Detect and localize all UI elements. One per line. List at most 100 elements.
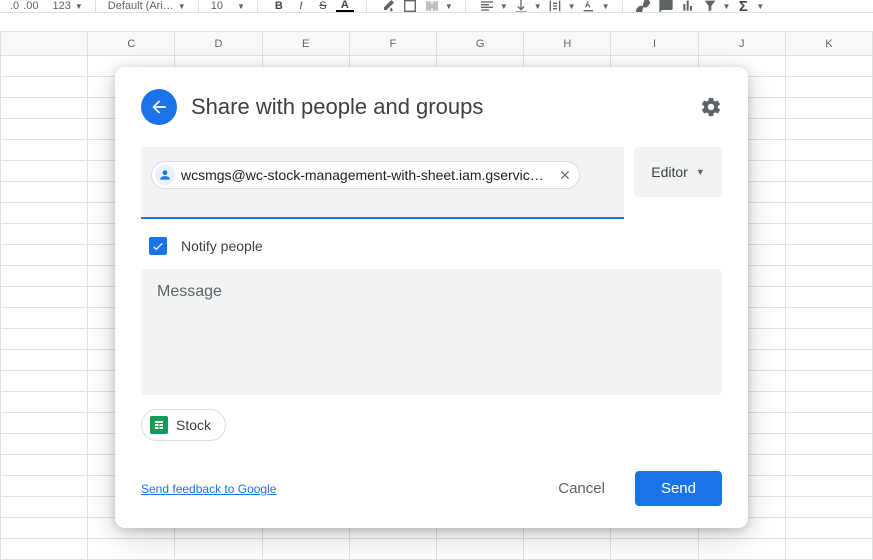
text-color-icon[interactable]: A xyxy=(336,0,354,12)
cell[interactable] xyxy=(786,413,873,434)
cell[interactable] xyxy=(524,539,611,560)
send-button[interactable]: Send xyxy=(635,471,722,506)
cell[interactable] xyxy=(1,245,88,266)
cancel-button[interactable]: Cancel xyxy=(540,471,623,506)
cell[interactable] xyxy=(786,224,873,245)
text-wrap-icon[interactable] xyxy=(546,0,564,12)
formula-bar[interactable] xyxy=(0,12,873,32)
cell[interactable] xyxy=(786,371,873,392)
italic-icon[interactable]: I xyxy=(292,0,310,12)
insert-comment-icon[interactable] xyxy=(657,0,675,12)
fill-color-icon[interactable] xyxy=(379,0,397,12)
format-dropdown[interactable]: 123 ▼ xyxy=(48,0,86,12)
horizontal-align-icon[interactable] xyxy=(478,0,496,12)
cell[interactable] xyxy=(786,434,873,455)
cell[interactable] xyxy=(1,203,88,224)
feedback-link[interactable]: Send feedback to Google xyxy=(141,482,276,496)
cell[interactable] xyxy=(1,266,88,287)
cell[interactable] xyxy=(786,476,873,497)
cell[interactable] xyxy=(786,455,873,476)
cell[interactable] xyxy=(1,182,88,203)
text-rotation-icon[interactable] xyxy=(580,0,598,12)
cell[interactable] xyxy=(786,140,873,161)
cell[interactable] xyxy=(786,203,873,224)
cell[interactable] xyxy=(1,56,88,77)
col-header[interactable]: F xyxy=(350,32,437,55)
col-header[interactable]: K xyxy=(786,32,873,55)
cell[interactable] xyxy=(786,539,873,560)
people-input[interactable]: wcsmgs@wc-stock-management-with-sheet.ia… xyxy=(141,147,624,219)
col-header[interactable]: D xyxy=(175,32,262,55)
col-header[interactable]: G xyxy=(437,32,524,55)
col-header[interactable]: I xyxy=(611,32,698,55)
column-headers: C D E F G H I J K xyxy=(0,32,873,56)
cell[interactable] xyxy=(1,392,88,413)
font-family-dropdown[interactable]: Default (Ari… ▼ xyxy=(104,0,190,12)
increase-decimals-icon[interactable]: .00 xyxy=(23,0,38,12)
decrease-decimals-icon[interactable]: .0 xyxy=(10,0,19,12)
cell[interactable] xyxy=(1,476,88,497)
cell[interactable] xyxy=(786,98,873,119)
cell[interactable] xyxy=(263,539,350,560)
col-header[interactable]: C xyxy=(88,32,175,55)
cell[interactable] xyxy=(786,245,873,266)
grid-row xyxy=(0,539,873,560)
cell[interactable] xyxy=(786,392,873,413)
cell[interactable] xyxy=(1,350,88,371)
cell[interactable] xyxy=(350,539,437,560)
cell[interactable] xyxy=(175,539,262,560)
cell[interactable] xyxy=(786,77,873,98)
cell[interactable] xyxy=(786,56,873,77)
cell[interactable] xyxy=(786,119,873,140)
cell[interactable] xyxy=(1,308,88,329)
bold-icon[interactable]: B xyxy=(270,0,288,12)
cell[interactable] xyxy=(1,161,88,182)
cell[interactable] xyxy=(1,140,88,161)
cell[interactable] xyxy=(786,308,873,329)
message-textarea[interactable]: Message xyxy=(141,269,722,395)
merge-cells-icon[interactable] xyxy=(423,0,441,12)
cell[interactable] xyxy=(699,539,786,560)
cell[interactable] xyxy=(1,413,88,434)
borders-icon[interactable] xyxy=(401,0,419,12)
cell[interactable] xyxy=(1,539,88,560)
cell[interactable] xyxy=(786,350,873,371)
cell[interactable] xyxy=(1,77,88,98)
vertical-align-icon[interactable] xyxy=(512,0,530,12)
cell[interactable] xyxy=(88,539,175,560)
cell[interactable] xyxy=(1,224,88,245)
col-header[interactable]: J xyxy=(699,32,786,55)
filter-icon[interactable] xyxy=(701,0,719,12)
cell[interactable] xyxy=(1,434,88,455)
cell[interactable] xyxy=(786,497,873,518)
cell[interactable] xyxy=(786,182,873,203)
remove-chip-icon[interactable] xyxy=(557,167,573,183)
cell[interactable] xyxy=(1,119,88,140)
functions-icon[interactable]: Σ xyxy=(734,0,752,12)
cell[interactable] xyxy=(1,98,88,119)
font-size-dropdown[interactable]: 10 ▼ xyxy=(207,0,249,12)
col-header[interactable] xyxy=(1,32,88,55)
cell[interactable] xyxy=(786,329,873,350)
cell[interactable] xyxy=(611,539,698,560)
back-button[interactable] xyxy=(141,89,177,125)
notify-checkbox[interactable] xyxy=(149,237,167,255)
cell[interactable] xyxy=(1,371,88,392)
insert-link-icon[interactable] xyxy=(635,0,653,12)
insert-chart-icon[interactable] xyxy=(679,0,697,12)
cell[interactable] xyxy=(1,455,88,476)
cell[interactable] xyxy=(1,518,88,539)
col-header[interactable]: H xyxy=(524,32,611,55)
cell[interactable] xyxy=(1,287,88,308)
col-header[interactable]: E xyxy=(263,32,350,55)
cell[interactable] xyxy=(786,161,873,182)
cell[interactable] xyxy=(786,287,873,308)
cell[interactable] xyxy=(1,329,88,350)
role-dropdown[interactable]: Editor ▼ xyxy=(634,147,722,197)
cell[interactable] xyxy=(786,266,873,287)
gear-icon[interactable] xyxy=(700,96,722,118)
strikethrough-icon[interactable]: S xyxy=(314,0,332,12)
cell[interactable] xyxy=(786,518,873,539)
cell[interactable] xyxy=(437,539,524,560)
cell[interactable] xyxy=(1,497,88,518)
